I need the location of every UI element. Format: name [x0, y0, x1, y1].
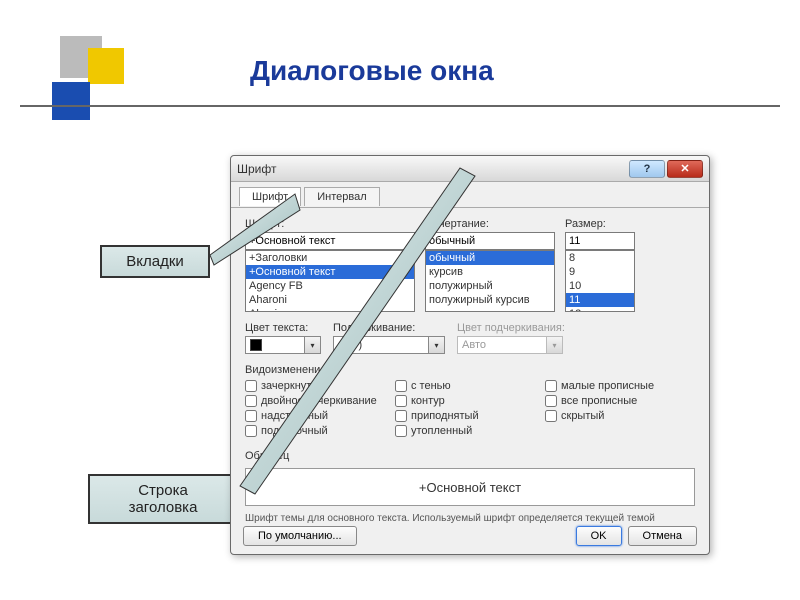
close-button[interactable]: ✕ — [667, 160, 703, 178]
font-dialog: Шрифт ? ✕ Шрифт Интервал Шрифт: +Заголов… — [230, 155, 710, 555]
label-font: Шрифт: — [245, 218, 415, 230]
callout-titlebar: Строка заголовка — [88, 474, 238, 524]
chk-subscript[interactable]: подстрочный — [245, 425, 395, 437]
font-color-dropdown[interactable]: ▾ — [245, 336, 321, 354]
chk-smallcaps[interactable]: малые прописные — [545, 380, 695, 392]
list-item[interactable]: полужирный — [426, 279, 554, 293]
underline-color-value: Авто — [457, 336, 547, 354]
chk-superscript[interactable]: надстрочный — [245, 410, 395, 422]
underline-value: (нет) — [333, 336, 429, 354]
chk-outline[interactable]: контур — [395, 395, 545, 407]
decor-square-yellow — [88, 48, 124, 84]
style-input[interactable] — [425, 232, 555, 250]
list-item[interactable]: 8 — [566, 251, 634, 265]
underline-dropdown[interactable]: (нет) ▾ — [333, 336, 445, 354]
list-item[interactable]: 12 — [566, 307, 634, 312]
dialog-panel: Шрифт: +Заголовки +Основной текст Agency… — [231, 208, 709, 544]
size-list[interactable]: 8 9 10 11 12 — [565, 250, 635, 312]
underline-color-dropdown: Авто ▾ — [457, 336, 565, 354]
list-item[interactable]: полужирный курсив — [426, 293, 554, 307]
label-underline: Подчеркивание: — [333, 322, 445, 334]
list-item[interactable]: Aharoni — [246, 293, 414, 307]
slide-title: Диалоговые окна — [250, 55, 494, 87]
list-item[interactable]: +Заголовки — [246, 251, 414, 265]
tab-strip: Шрифт Интервал — [231, 186, 709, 208]
label-effects: Видоизменение — [245, 364, 695, 376]
chevron-down-icon[interactable]: ▾ — [305, 336, 321, 354]
chevron-down-icon: ▾ — [547, 336, 563, 354]
label-sample: Образец — [245, 450, 695, 462]
font-input[interactable] — [245, 232, 415, 250]
preview-text: +Основной текст — [419, 480, 521, 495]
chk-dblstrike[interactable]: двойное зачеркивание — [245, 395, 395, 407]
ok-button[interactable]: OK — [576, 526, 622, 546]
list-item[interactable]: 11 — [566, 293, 634, 307]
divider-line — [20, 105, 780, 107]
list-item[interactable]: обычный — [426, 251, 554, 265]
font-list[interactable]: +Заголовки +Основной текст Agency FB Aha… — [245, 250, 415, 312]
style-list[interactable]: обычный курсив полужирный полужирный кур… — [425, 250, 555, 312]
dialog-button-row: По умолчанию... OK Отмена — [243, 526, 697, 546]
label-style: Начертание: — [425, 218, 555, 230]
decor-square-blue — [52, 82, 90, 120]
chk-hidden[interactable]: скрытый — [545, 410, 695, 422]
size-input[interactable] — [565, 232, 635, 250]
color-swatch-icon — [250, 339, 262, 351]
label-font-color: Цвет текста: — [245, 322, 321, 334]
tab-interval[interactable]: Интервал — [304, 187, 379, 206]
chk-engrave[interactable]: утопленный — [395, 425, 545, 437]
dialog-title: Шрифт — [237, 162, 627, 176]
list-item[interactable]: Algerian — [246, 307, 414, 312]
default-button[interactable]: По умолчанию... — [243, 526, 357, 546]
help-button[interactable]: ? — [629, 160, 665, 178]
list-item[interactable]: курсив — [426, 265, 554, 279]
callout-tabs: Вкладки — [100, 245, 210, 278]
list-item[interactable]: 9 — [566, 265, 634, 279]
list-item[interactable]: Agency FB — [246, 279, 414, 293]
dialog-titlebar[interactable]: Шрифт ? ✕ — [231, 156, 709, 182]
tab-font[interactable]: Шрифт — [239, 187, 301, 206]
label-underline-color: Цвет подчеркивания: — [457, 322, 565, 334]
list-item[interactable]: 10 — [566, 279, 634, 293]
chk-emboss[interactable]: приподнятый — [395, 410, 545, 422]
chevron-down-icon[interactable]: ▾ — [429, 336, 445, 354]
chk-shadow[interactable]: с тенью — [395, 380, 545, 392]
effects-group: зачеркнутый двойное зачеркивание надстро… — [245, 380, 695, 440]
cancel-button[interactable]: Отмена — [628, 526, 697, 546]
chk-strike[interactable]: зачеркнутый — [245, 380, 395, 392]
list-item[interactable]: +Основной текст — [246, 265, 414, 279]
chk-allcaps[interactable]: все прописные — [545, 395, 695, 407]
preview-box: +Основной текст — [245, 468, 695, 506]
label-size: Размер: — [565, 218, 635, 230]
